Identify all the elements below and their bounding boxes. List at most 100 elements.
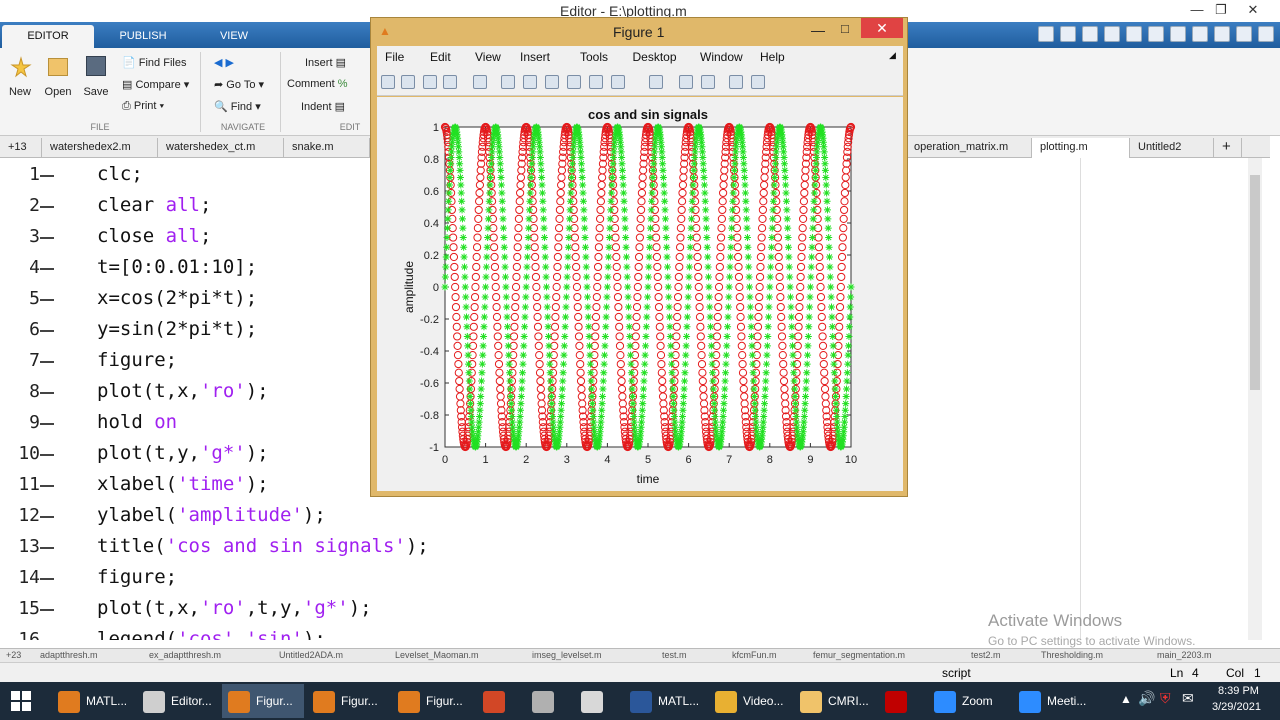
figure-minimize-button[interactable]: —: [811, 22, 825, 38]
code-line[interactable]: clear all;: [97, 194, 211, 216]
breakpoint-dash[interactable]: [40, 423, 54, 425]
figure-menu-view[interactable]: View: [475, 50, 501, 64]
breakpoint-dash[interactable]: [40, 547, 54, 549]
back-forward-buttons[interactable]: ◀ ▶: [214, 56, 234, 69]
code-line[interactable]: y=sin(2*pi*t);: [97, 318, 257, 340]
editor-tab[interactable]: watershedex2.m: [42, 138, 158, 158]
breakpoint-dash[interactable]: [40, 206, 54, 208]
qat-copy-icon[interactable]: [1104, 26, 1120, 42]
code-line[interactable]: ylabel('amplitude');: [97, 504, 326, 526]
bottom-tab[interactable]: femur_segmentation.m: [813, 650, 905, 660]
windows-start-icon[interactable]: [10, 690, 32, 712]
qat-save-icon[interactable]: [1060, 26, 1076, 42]
code-line[interactable]: plot(t,x,'ro');: [97, 380, 269, 402]
shield-icon[interactable]: ⛨: [1160, 690, 1171, 707]
taskbar-item[interactable]: MATL...: [52, 684, 134, 718]
figure-menu-window[interactable]: Window: [700, 50, 743, 64]
minimize-button[interactable]: —: [1184, 0, 1210, 22]
open-button[interactable]: Open: [40, 86, 76, 98]
bottom-tab[interactable]: test2.m: [971, 650, 1001, 660]
qat-icon[interactable]: [1038, 26, 1054, 42]
show-tools-icon[interactable]: [751, 75, 765, 89]
breakpoint-dash[interactable]: [40, 299, 54, 301]
taskbar-item[interactable]: Figur...: [222, 684, 304, 718]
figure-menu-help[interactable]: Help: [760, 50, 785, 64]
goto-button[interactable]: ➦ Go To ▾: [214, 78, 264, 91]
tab-editor[interactable]: EDITOR: [2, 25, 94, 48]
indent-button[interactable]: Indent ▤: [301, 100, 345, 113]
clock-date[interactable]: 3/29/2021: [1212, 701, 1261, 713]
code-line[interactable]: hold on: [97, 411, 177, 433]
qat-redo-icon[interactable]: [1170, 26, 1186, 42]
editor-tab[interactable]: watershedex_ct.m: [158, 138, 284, 158]
taskbar-item[interactable]: Video...: [709, 684, 791, 718]
taskbar-item[interactable]: [477, 684, 523, 718]
close-button[interactable]: ✕: [1240, 0, 1266, 22]
breakpoint-dash[interactable]: [40, 392, 54, 394]
taskbar-item[interactable]: Meeti...: [1013, 684, 1095, 718]
link-icon[interactable]: [649, 75, 663, 89]
menu-dock-arrow-icon[interactable]: ◢: [889, 50, 896, 61]
code-line[interactable]: figure;: [97, 349, 177, 371]
bottom-tab[interactable]: Thresholding.m: [1041, 650, 1103, 660]
tab-publish[interactable]: PUBLISH: [96, 25, 190, 48]
qat-dropdown-icon[interactable]: [1236, 26, 1252, 42]
tab-overflow[interactable]: +13: [0, 138, 42, 158]
bottom-tab[interactable]: Untitled2ADA.m: [279, 650, 343, 660]
datacursor-icon[interactable]: [589, 75, 603, 89]
pan-icon[interactable]: [545, 75, 559, 89]
figure-canvas[interactable]: 0 1 2 3 4 5 6 7 8 9 10 -1 -0.8 -0.6 -0.4 -0.2 0 0.2 0.4 0.6…: [377, 97, 903, 491]
editor-tab[interactable]: Untitled2: [1130, 138, 1214, 158]
code-line[interactable]: t=[0:0.01:10];: [97, 256, 257, 278]
code-line[interactable]: close all;: [97, 225, 211, 247]
taskbar-item[interactable]: CMRI...: [794, 684, 876, 718]
bottom-tab[interactable]: main_2203.m: [1157, 650, 1212, 660]
qat-paste-icon[interactable]: [1126, 26, 1142, 42]
code-line[interactable]: plot(t,x,'ro',t,y,'g*');: [97, 597, 372, 619]
new-icon[interactable]: [381, 75, 395, 89]
taskbar-item[interactable]: MATL...: [624, 684, 706, 718]
breakpoint-dash[interactable]: [40, 268, 54, 270]
breakpoint-dash[interactable]: [40, 361, 54, 363]
pointer-icon[interactable]: [473, 75, 487, 89]
code-line[interactable]: clc;: [97, 163, 143, 185]
breakpoint-dash[interactable]: [40, 175, 54, 177]
rotate-icon[interactable]: [567, 75, 581, 89]
figure-close-button[interactable]: ✕: [861, 18, 903, 38]
editor-tab-active[interactable]: plotting.m: [1032, 138, 1130, 158]
figure-menu-desktop[interactable]: Desktop: [633, 50, 677, 64]
qat-cut-icon[interactable]: [1082, 26, 1098, 42]
scrollbar-thumb[interactable]: [1250, 175, 1260, 390]
qat-undo-icon[interactable]: [1148, 26, 1164, 42]
breakpoint-dash[interactable]: [40, 516, 54, 518]
legend-icon[interactable]: [701, 75, 715, 89]
save-button[interactable]: Save: [78, 86, 114, 98]
bottom-tab-overflow[interactable]: +23: [6, 650, 21, 660]
breakpoint-dash[interactable]: [40, 578, 54, 580]
notification-icon[interactable]: ✉: [1182, 690, 1194, 707]
maximize-button[interactable]: ❐: [1208, 0, 1234, 22]
add-tab-button[interactable]: +: [1214, 138, 1242, 158]
taskbar-item[interactable]: Editor...: [137, 684, 219, 718]
editor-tab[interactable]: snake.m: [284, 138, 370, 158]
plot-svg[interactable]: 0 1 2 3 4 5 6 7 8 9 10 -1 -0.8 -0.6 -0.4 -0.2 0 0.2 0.4 0.6…: [377, 97, 903, 491]
bottom-tab[interactable]: Levelset_Maoman.m: [395, 650, 479, 660]
tray-up-icon[interactable]: ▲: [1120, 692, 1132, 706]
insert-button[interactable]: Insert ▤: [305, 56, 346, 69]
code-line[interactable]: figure;: [97, 566, 177, 588]
figure-maximize-button[interactable]: □: [841, 21, 849, 36]
compare-button[interactable]: ▤ Compare ▾: [122, 78, 189, 91]
figure-menu-edit[interactable]: Edit: [430, 50, 451, 64]
breakpoint-dash[interactable]: [40, 237, 54, 239]
editor-tab[interactable]: operation_matrix.m: [906, 138, 1032, 158]
qat-switch-icon[interactable]: [1192, 26, 1208, 42]
figure-window[interactable]: ▲ Figure 1 — □ ✕ File Edit View Insert Tools…: [370, 17, 908, 497]
open-icon[interactable]: [401, 75, 415, 89]
print-button[interactable]: ⎙ Print ▾: [122, 100, 164, 113]
taskbar-item[interactable]: Figur...: [392, 684, 474, 718]
qat-help-icon[interactable]: [1214, 26, 1230, 42]
qat-search-icon[interactable]: [1258, 26, 1274, 42]
taskbar-item[interactable]: [879, 684, 925, 718]
brush-icon[interactable]: [611, 75, 625, 89]
save-icon[interactable]: [423, 75, 437, 89]
